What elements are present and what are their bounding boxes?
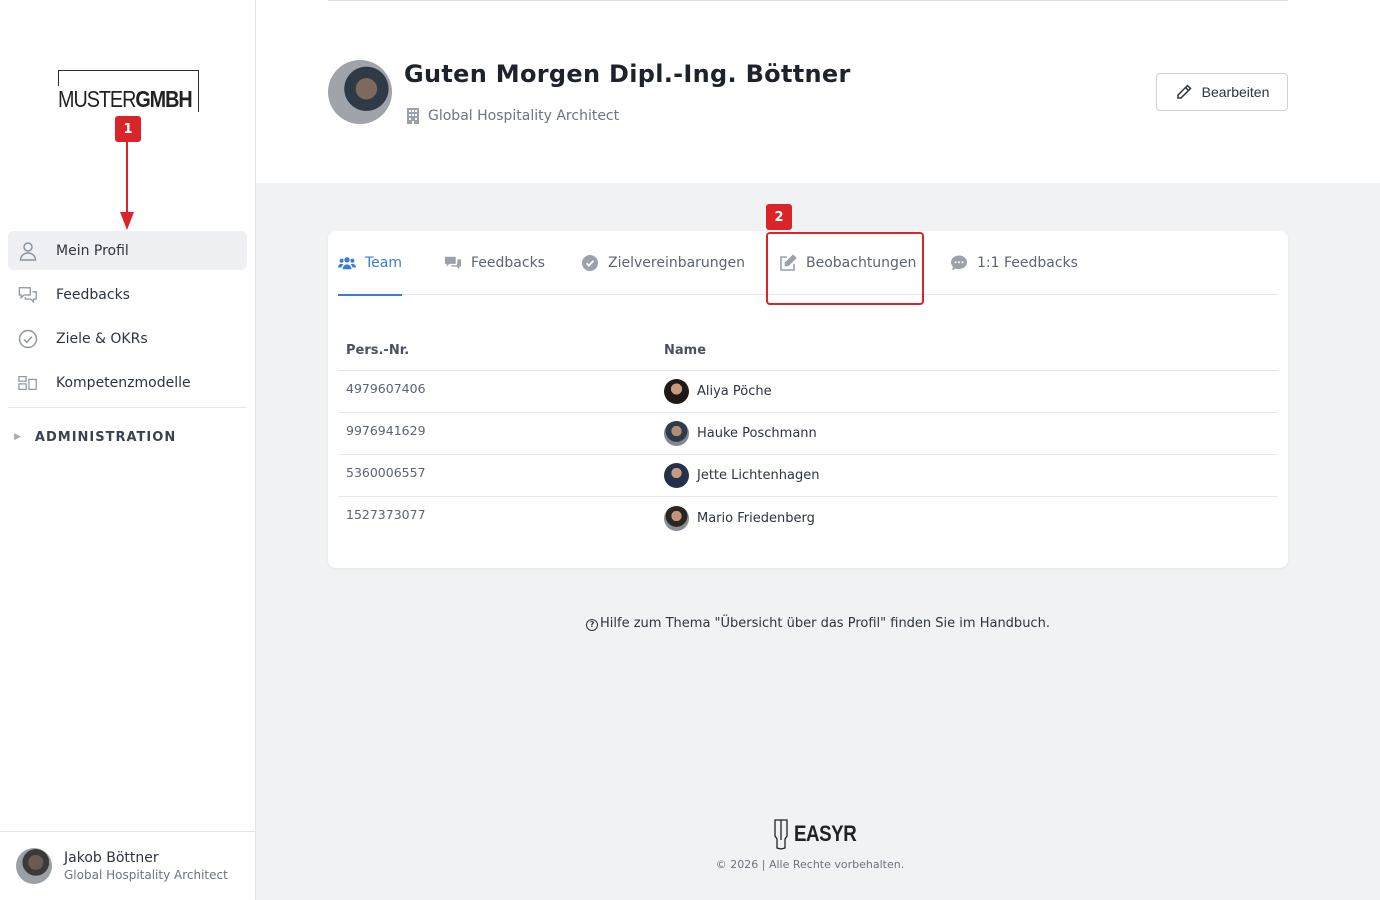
pers-nr-cell: 9976941629 [346, 423, 426, 438]
header-divider [328, 0, 1288, 1]
table-row[interactable]: 4979607406 Aliya Pöche [338, 371, 1278, 413]
annotation-highlight-box [766, 232, 924, 305]
users-icon [338, 254, 356, 272]
name-cell: Jette Lichtenhagen [664, 463, 1278, 488]
avatar [664, 421, 689, 446]
check-circle-icon [581, 254, 599, 272]
table-header: Pers.-Nr. Name [338, 331, 1278, 371]
question-circle-icon: ? [586, 619, 599, 631]
admin-label: ADMINISTRATION [34, 429, 177, 445]
pers-nr-cell: 1527373077 [346, 507, 426, 522]
name-cell: Aliya Pöche [664, 379, 1278, 404]
edit-button[interactable]: Bearbeiten [1156, 73, 1288, 111]
user-icon [18, 241, 38, 261]
help-label: Hilfe zum Thema "Übersicht über das Prof… [600, 616, 1050, 631]
employee-name[interactable]: Jette Lichtenhagen [697, 468, 819, 483]
help-text[interactable]: ? Hilfe zum Thema "Übersicht über das Pro… [256, 616, 1380, 631]
model-blocks-icon [18, 373, 38, 393]
tab-label: Team [365, 255, 403, 271]
avatar [16, 848, 52, 884]
table-row[interactable]: 5360006557 Jette Lichtenhagen [338, 455, 1278, 497]
tab-1-1-feedbacks[interactable]: 1:1 Feedbacks [950, 231, 1078, 295]
user-role: Global Hospitality Architect [64, 868, 228, 882]
pencil-icon [1175, 83, 1193, 101]
annotation-arrow-head [120, 212, 134, 230]
check-circle-icon [18, 329, 38, 349]
current-user[interactable]: Jakob Böttner Global Hospitality Archite… [0, 831, 255, 900]
company-logo[interactable]: MUSTERGMBH [58, 70, 200, 112]
profile-role: Global Hospitality Architect [406, 108, 619, 124]
avatar [664, 505, 689, 531]
avatar [664, 379, 689, 404]
caret-right-icon: ▶ [14, 432, 21, 442]
easyr-logo-icon [772, 818, 790, 850]
pers-nr-cell: 5360006557 [346, 465, 426, 480]
copyright: © 2026 | Alle Rechte vorbehalten. [715, 858, 905, 871]
employee-name[interactable]: Aliya Pöche [697, 384, 772, 399]
team-table: Pers.-Nr. Name 4979607406 Aliya Pöche 99… [338, 331, 1278, 539]
name-cell: Mario Friedenberg [664, 505, 1278, 531]
sidebar-item-mein-profil[interactable]: Mein Profil [8, 231, 247, 270]
sidebar-item-label: Ziele & OKRs [56, 330, 148, 347]
employee-name[interactable]: Hauke Poschmann [697, 426, 817, 441]
chat-bubbles-icon [18, 285, 38, 305]
tab-feedbacks[interactable]: Feedbacks [444, 231, 545, 295]
avatar [664, 463, 689, 488]
sidebar-nav: Mein Profil Feedbacks Ziele & OKRs Kompe… [8, 231, 247, 466]
pers-nr-cell: 4979607406 [346, 381, 426, 396]
comments-icon [444, 254, 462, 272]
edit-label: Bearbeiten [1201, 84, 1270, 100]
sidebar-item-label: Mein Profil [56, 242, 129, 259]
profile-avatar [328, 60, 392, 124]
tab-label: 1:1 Feedbacks [977, 255, 1078, 271]
building-icon [406, 108, 420, 124]
user-info: Jakob Böttner Global Hospitality Archite… [64, 849, 228, 883]
footer-brand: EASYR [772, 818, 867, 850]
annotation-arrow [126, 142, 128, 218]
annotation-badge-1: 1 [115, 116, 141, 142]
sidebar-item-ziele-okrs[interactable]: Ziele & OKRs [8, 319, 247, 358]
logo-text: MUSTERGMBH [58, 86, 194, 112]
table-row[interactable]: 9976941629 Hauke Poschmann [338, 413, 1278, 455]
brand-name: EASYR [794, 821, 857, 846]
column-header-name[interactable]: Name [664, 343, 1278, 358]
sidebar-item-administration[interactable]: ▶ ADMINISTRATION [8, 408, 247, 466]
tab-zielvereinbarungen[interactable]: Zielvereinbarungen [581, 231, 745, 295]
employee-name[interactable]: Mario Friedenberg [697, 511, 815, 526]
profile-header: Guten Morgen Dipl.-Ing. Böttner Global H… [256, 0, 1380, 183]
user-name: Jakob Böttner [64, 850, 159, 866]
tab-label: Zielvereinbarungen [608, 255, 746, 271]
name-cell: Hauke Poschmann [664, 421, 1278, 446]
tab-team[interactable]: Team [338, 231, 403, 296]
table-row[interactable]: 1527373077 Mario Friedenberg [338, 497, 1278, 539]
comment-dots-icon [950, 254, 968, 272]
annotation-badge-2: 2 [766, 204, 792, 230]
sidebar-item-label: Feedbacks [56, 286, 130, 303]
page-title: Guten Morgen Dipl.-Ing. Böttner [404, 60, 851, 88]
role-text: Global Hospitality Architect [428, 108, 620, 124]
sidebar-item-label: Kompetenzmodelle [56, 374, 191, 391]
sidebar-item-kompetenzmodelle[interactable]: Kompetenzmodelle [8, 363, 247, 402]
tab-label: Feedbacks [471, 255, 545, 271]
column-header-pers-nr[interactable]: Pers.-Nr. [338, 343, 664, 358]
sidebar-item-feedbacks[interactable]: Feedbacks [8, 275, 247, 314]
